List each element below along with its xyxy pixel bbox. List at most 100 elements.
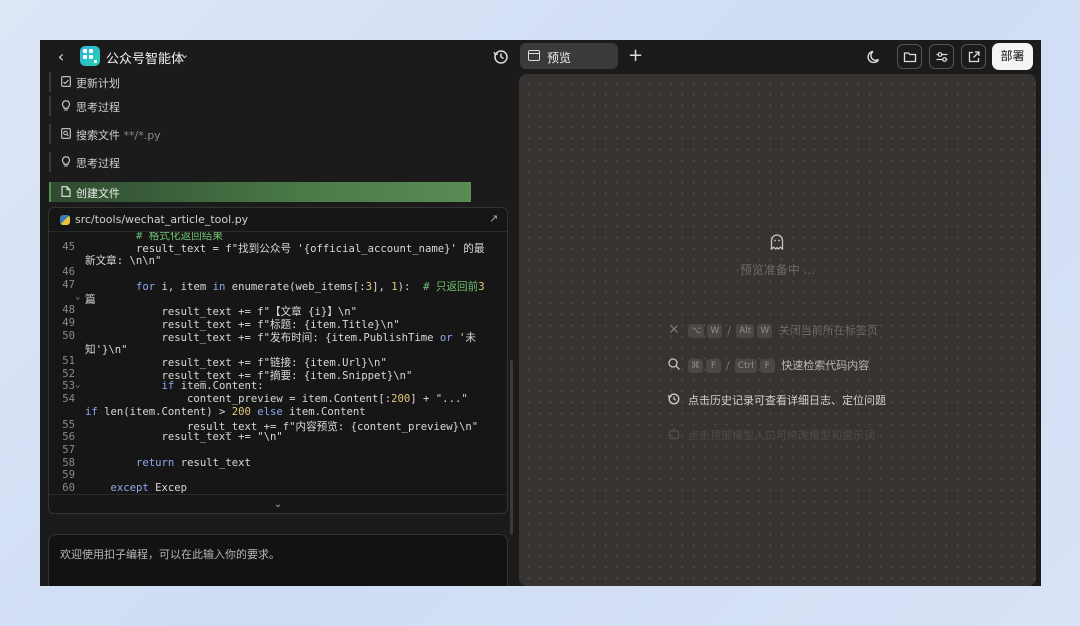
fold-chevron-icon[interactable]: ⌄ <box>75 380 80 390</box>
step-label: 更新计划 <box>76 77 120 90</box>
step-update-plan[interactable]: 更新计划 <box>49 72 471 92</box>
top-bar: ‹ 公众号智能体 ⌄ 预览 + 部署 <box>40 40 1041 74</box>
code-text: except Excep <box>110 482 188 494</box>
line-number: 56 <box>62 431 75 444</box>
code-line: 60 except Excep <box>49 482 507 494</box>
code-line: 54 content_preview = item.Content[:200] … <box>49 393 507 406</box>
slash-separator: / <box>726 359 730 372</box>
code-body[interactable]: # 格式化返回结果 45 result_text = f"找到公众号 '{offi… <box>49 232 507 494</box>
key-f: F <box>706 359 721 373</box>
code-line: if len(item.Content) > 200 else item.Con… <box>49 406 507 419</box>
line-number: 48 <box>62 304 75 317</box>
chevron-down-icon[interactable]: ⌄ <box>180 48 189 61</box>
line-number: 45 <box>62 240 75 253</box>
hint-text: 快速检索代码内容 <box>781 359 870 372</box>
code-line: 53 ⌄ if item.Content: <box>49 380 507 393</box>
step-label: 创建文件 <box>76 187 120 200</box>
tab-preview-label: 预览 <box>547 51 572 65</box>
hint-body: ⌘ F / Ctrl F 快速检索代码内容 <box>688 357 869 373</box>
preview-panel: 预览准备中 ... ⌥ W / Alt W 关闭当前所在标签页 ⌘ F / Ctrl F 快速检… <box>519 74 1036 586</box>
slash-separator: / <box>727 324 732 337</box>
code-line: 58 return result_text <box>49 457 507 470</box>
code-line: 49 result_text += f"标题: {item.Title}\n" <box>49 317 507 331</box>
hint-text: 点击顶部模型入口可修改模型和提示词 <box>688 429 875 442</box>
model-icon <box>668 428 680 440</box>
settings-sliders-button[interactable] <box>929 44 954 69</box>
external-link-icon <box>968 51 980 63</box>
prompt-input[interactable]: 欢迎使用扣子编程，可以在此输入你的要求。 <box>48 534 508 586</box>
line-number: 52 <box>62 367 75 380</box>
code-text: result_text += "\n" <box>85 431 283 444</box>
app-logo <box>80 46 100 66</box>
folder-icon <box>903 52 917 63</box>
lightbulb-icon <box>62 156 70 167</box>
search-icon <box>668 358 680 370</box>
code-line: 知'}\n" <box>49 342 507 356</box>
line-number: 60 <box>62 482 75 494</box>
key-alt: Alt <box>736 324 755 338</box>
app-title[interactable]: 公众号智能体 <box>106 48 184 67</box>
code-line: 55 result_text += f"内容预览: {content_previ… <box>49 418 507 433</box>
code-line: 50 result_text += f"发布时间: {item.PublishT… <box>49 329 507 344</box>
code-text: return result_text <box>136 456 251 469</box>
code-line: 新文章: \n\n" <box>49 253 507 267</box>
line-number: 51 <box>62 355 75 367</box>
step-thinking-2[interactable]: 思考过程 <box>49 152 471 172</box>
file-path[interactable]: src/tools/wechat_article_tool.py <box>75 213 248 226</box>
step-create-file[interactable]: 创建文件 <box>49 182 471 202</box>
line-number: 50 <box>62 329 75 342</box>
key-f: F <box>759 359 775 373</box>
line-number: 57 <box>62 443 75 456</box>
ghost-icon <box>770 234 784 250</box>
code-text: if len(item.Content) > 200 else item.Con… <box>85 405 366 418</box>
step-label: 搜索文件 **/*.py <box>76 127 161 143</box>
step-search-files[interactable]: 搜索文件 **/*.py <box>49 124 471 144</box>
code-line: # 格式化返回结果 <box>49 232 507 242</box>
folder-button[interactable] <box>897 44 922 69</box>
line-number: 47 <box>62 278 75 291</box>
code-line: 57 <box>49 444 507 457</box>
tab-preview[interactable]: 预览 <box>520 43 618 69</box>
key-w: W <box>757 324 773 338</box>
history-icon <box>667 393 680 405</box>
window-icon <box>528 50 540 61</box>
key-command: ⌘ <box>688 359 703 373</box>
open-file-arrow-icon[interactable]: ↗ <box>489 212 498 225</box>
code-line: 45 result_text = f"找到公众号 '{official_acco… <box>49 240 507 255</box>
hint-text: 点击历史记录可查看详细日志、定位问题 <box>688 394 886 407</box>
line-number: 53 <box>62 380 75 393</box>
line-number: 46 <box>62 266 75 279</box>
add-tab-icon[interactable]: + <box>628 45 643 66</box>
preview-status: 预览准备中 ... <box>739 263 816 277</box>
sliders-icon <box>936 52 948 62</box>
lightbulb-icon <box>62 100 70 111</box>
code-line: 48 result_text += f"【文章 {i}】\n" <box>49 304 507 318</box>
key-ctrl: Ctrl <box>734 359 757 373</box>
key-w: W <box>707 324 723 338</box>
app-window: ‹ 公众号智能体 ⌄ 预览 + 部署 更新计划 思考过程 搜索文件 **/*.p… <box>40 40 1041 586</box>
left-panel-scrollbar[interactable] <box>510 360 513 535</box>
hint-body: ⌥ W / Alt W 关闭当前所在标签页 <box>688 322 878 338</box>
code-header: src/tools/wechat_article_tool.py ↗ <box>49 208 507 232</box>
close-icon <box>670 325 678 333</box>
code-line: 46 <box>49 266 507 279</box>
step-label-pattern: **/*.py <box>123 129 161 142</box>
back-chevron-icon[interactable]: ‹ <box>52 48 70 66</box>
line-number: 55 <box>62 418 75 431</box>
step-label-text: 搜索文件 <box>76 129 120 142</box>
code-line: 56 result_text += "\n" <box>49 431 507 444</box>
search-file-icon <box>61 128 71 139</box>
expand-code-chevron-icon[interactable]: ⌄ <box>49 494 507 513</box>
code-text: if item.Content: <box>161 380 264 393</box>
deploy-button[interactable]: 部署 <box>992 43 1033 70</box>
history-icon[interactable] <box>492 48 510 66</box>
open-external-button[interactable] <box>961 44 986 69</box>
step-thinking-1[interactable]: 思考过程 <box>49 96 471 116</box>
python-file-icon <box>60 215 70 225</box>
plan-icon <box>61 76 71 87</box>
line-number: 59 <box>62 469 75 482</box>
code-line: 47 ⌄ for i, item in enumerate(web_items[:… <box>49 278 507 302</box>
file-icon <box>61 186 71 197</box>
moon-icon[interactable] <box>866 48 884 66</box>
step-label: 思考过程 <box>76 101 120 114</box>
